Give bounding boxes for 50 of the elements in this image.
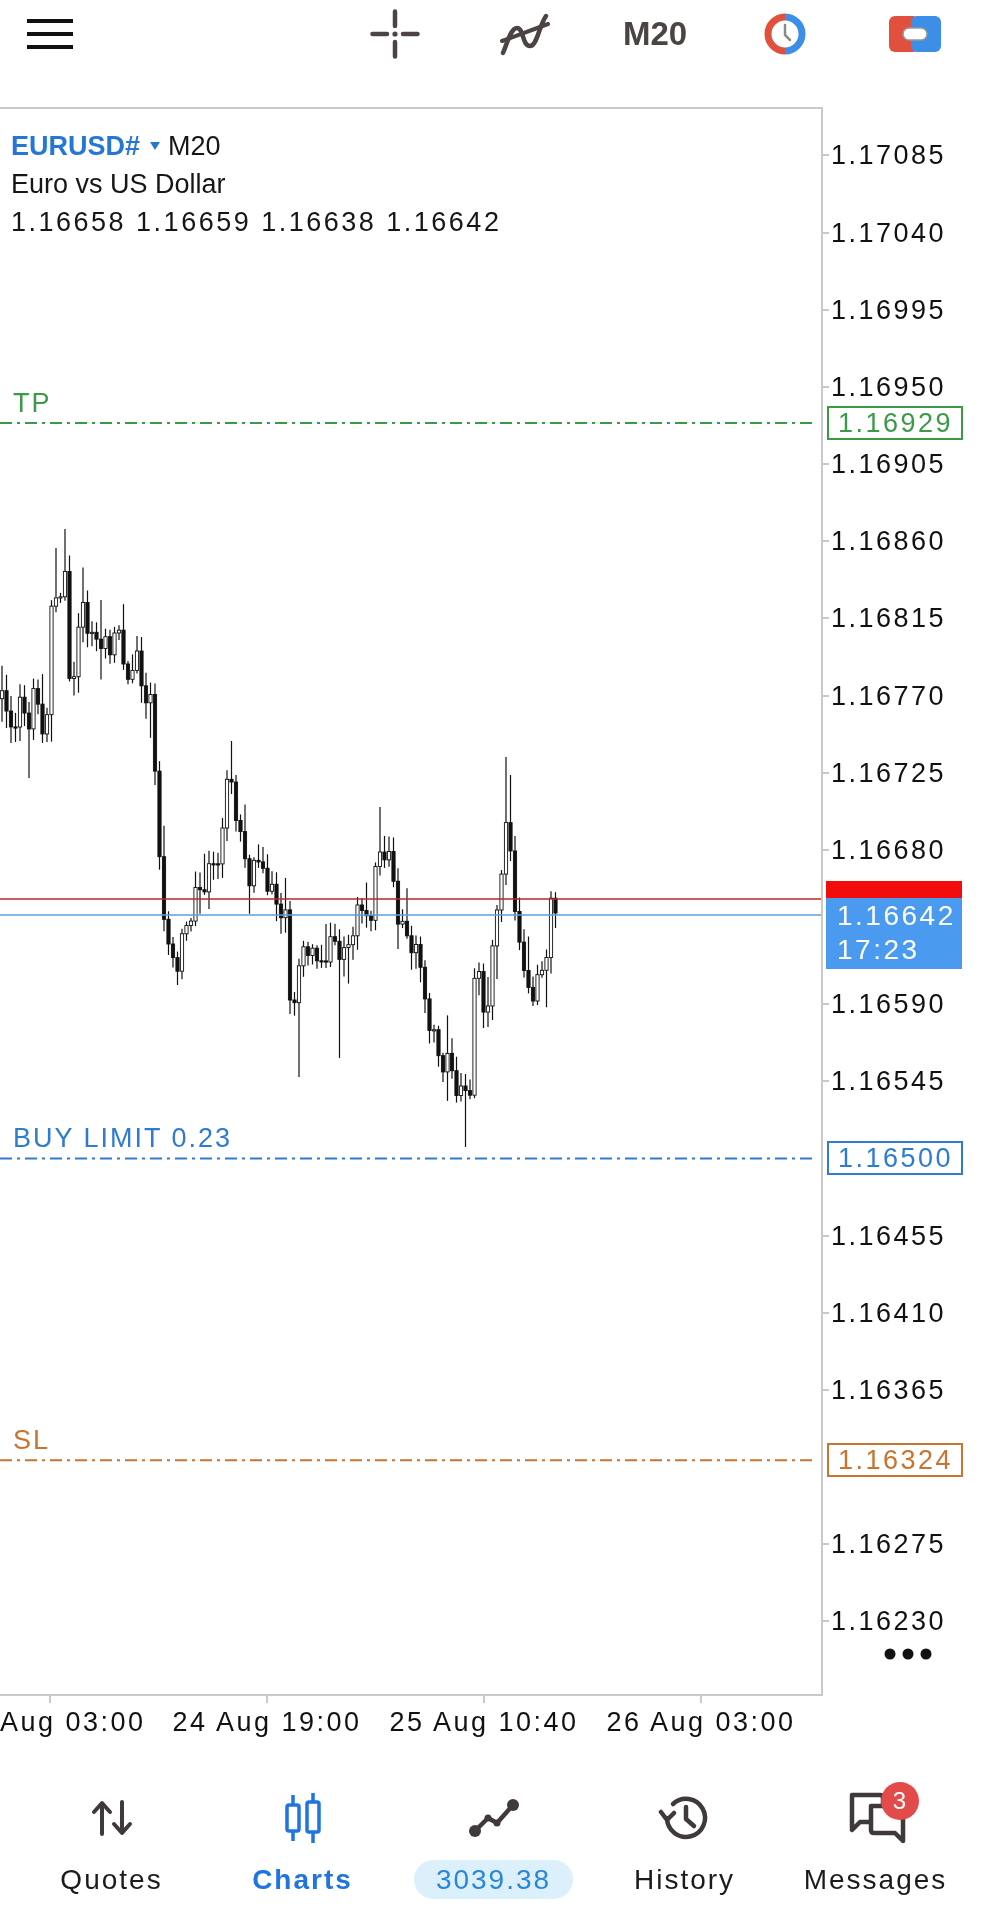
balance-pill: 3039.38 xyxy=(413,1860,574,1899)
indicator-wave-icon[interactable] xyxy=(499,11,551,57)
nav-tab[interactable]: Quotes xyxy=(16,1780,207,1902)
menu-icon[interactable] xyxy=(27,19,73,49)
notification-badge: 3 xyxy=(880,1782,919,1820)
price-axis-label: 1.16590 xyxy=(831,988,947,1021)
symbol-selector[interactable]: EURUSD# xyxy=(11,127,141,165)
bid-price: 1.16642 xyxy=(837,898,957,933)
caret-icon[interactable] xyxy=(150,142,161,150)
price-axis-label: 1.16905 xyxy=(831,448,947,481)
more-icon[interactable] xyxy=(884,1648,932,1660)
clock-icon[interactable] xyxy=(764,13,806,55)
price-axis-label: 1.17085 xyxy=(831,139,947,172)
price-axis-label: 1.16725 xyxy=(831,756,947,789)
price-axis-label: 1.16815 xyxy=(831,602,947,635)
price-axis-label: 1.16770 xyxy=(831,679,947,712)
ohlc-values: 1.16658 1.16659 1.16638 1.16642 xyxy=(11,206,502,239)
price-axis-label: 1.16680 xyxy=(831,833,947,866)
order-level-price: 1.16929 xyxy=(827,405,964,440)
up-down-arrows-icon xyxy=(90,1800,133,1836)
time-axis-label: Aug 03:00 xyxy=(0,1706,146,1738)
candlestick-icon xyxy=(282,1793,323,1843)
price-axis-label: 1.16365 xyxy=(831,1373,947,1406)
timeframe-button[interactable]: M20 xyxy=(622,14,688,54)
bar-countdown: 17:23 xyxy=(837,932,921,967)
nav-tab[interactable]: 3 Messages xyxy=(780,1780,971,1902)
order-level-label: TP xyxy=(13,386,52,419)
nav-tab[interactable]: Charts xyxy=(207,1780,398,1902)
crosshair-icon[interactable] xyxy=(370,9,420,59)
chart-timeframe: M20 xyxy=(168,130,221,163)
symbol-description: Euro vs US Dollar xyxy=(11,168,226,201)
time-axis-label: 26 Aug 03:00 xyxy=(606,1706,796,1738)
price-axis-label: 1.16455 xyxy=(831,1219,947,1252)
price-axis-label: 1.16275 xyxy=(831,1528,947,1561)
price-axis-label: 1.16410 xyxy=(831,1296,947,1329)
time-axis-label: 25 Aug 10:40 xyxy=(389,1706,579,1738)
price-axis-label: 1.16230 xyxy=(831,1605,947,1638)
order-level-label: BUY LIMIT 0.23 xyxy=(13,1122,233,1155)
order-level-price: 1.16324 xyxy=(827,1443,964,1478)
nav-tab[interactable]: History xyxy=(589,1780,780,1902)
order-level-price: 1.16500 xyxy=(827,1141,964,1176)
toggle-icon[interactable] xyxy=(889,16,941,52)
order-level-label: SL xyxy=(13,1424,51,1457)
price-axis-label: 1.16545 xyxy=(831,1065,947,1098)
price-axis-label: 1.16995 xyxy=(831,293,947,326)
price-axis-label: 1.16950 xyxy=(831,370,947,403)
price-axis-label: 1.16860 xyxy=(831,525,947,558)
time-axis-label: 24 Aug 19:00 xyxy=(172,1706,362,1738)
price-axis-label: 1.17040 xyxy=(831,216,947,249)
line-chart-icon xyxy=(467,1798,520,1838)
